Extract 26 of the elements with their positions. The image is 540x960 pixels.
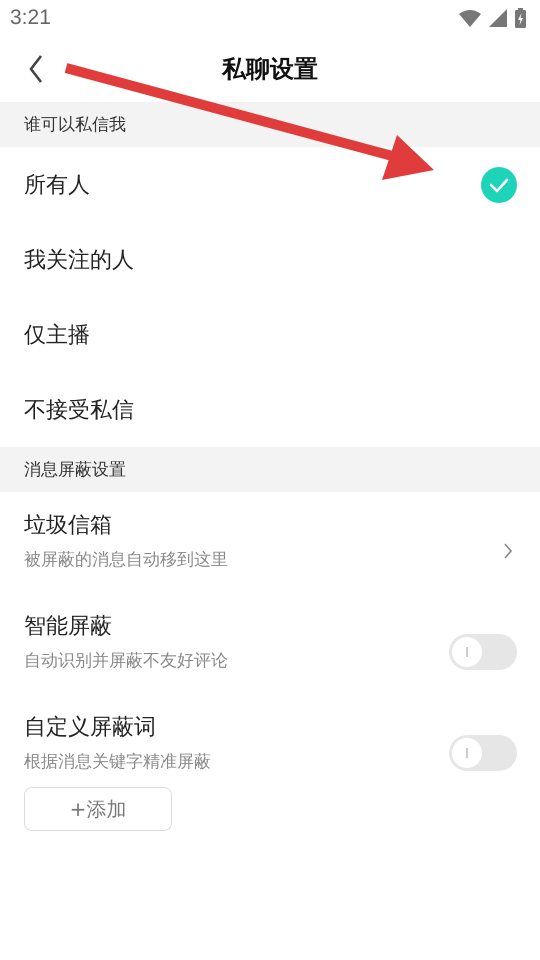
option-label: 仅主播 <box>24 322 90 350</box>
setting-description: 被屏蔽的消息自动移到这里 <box>24 549 228 571</box>
setting-label: 智能屏蔽 <box>24 613 113 641</box>
signal-icon <box>489 9 507 27</box>
battery-icon <box>515 8 526 28</box>
section-header: 消息屏蔽设置 <box>0 447 540 492</box>
setting-label: 垃圾信箱 <box>24 512 113 540</box>
setting-label: 自定义屏蔽词 <box>24 714 157 742</box>
add-button[interactable]: +添加 <box>24 787 172 831</box>
setting-description: 自动识别并屏蔽不友好评论 <box>24 650 228 672</box>
option-label: 不接受私信 <box>24 396 134 424</box>
option-label: 我关注的人 <box>24 246 134 274</box>
option-row[interactable]: 仅主播 <box>0 297 540 372</box>
wifi-icon <box>459 10 481 26</box>
setting-description: 根据消息关键字精准屏蔽 <box>24 751 211 773</box>
option-row[interactable]: 所有人 <box>0 147 540 222</box>
chevron-icon[interactable] <box>503 542 513 560</box>
toggle-switch[interactable] <box>449 634 517 670</box>
back-button[interactable] <box>28 54 44 84</box>
page-title: 私聊设置 <box>222 54 318 85</box>
option-label: 所有人 <box>24 172 90 200</box>
option-row[interactable]: 不接受私信 <box>0 372 540 447</box>
status-time: 3:21 <box>10 6 51 30</box>
section-header: 谁可以私信我 <box>0 102 540 147</box>
option-row[interactable]: 我关注的人 <box>0 222 540 297</box>
toggle-switch[interactable] <box>449 734 517 770</box>
